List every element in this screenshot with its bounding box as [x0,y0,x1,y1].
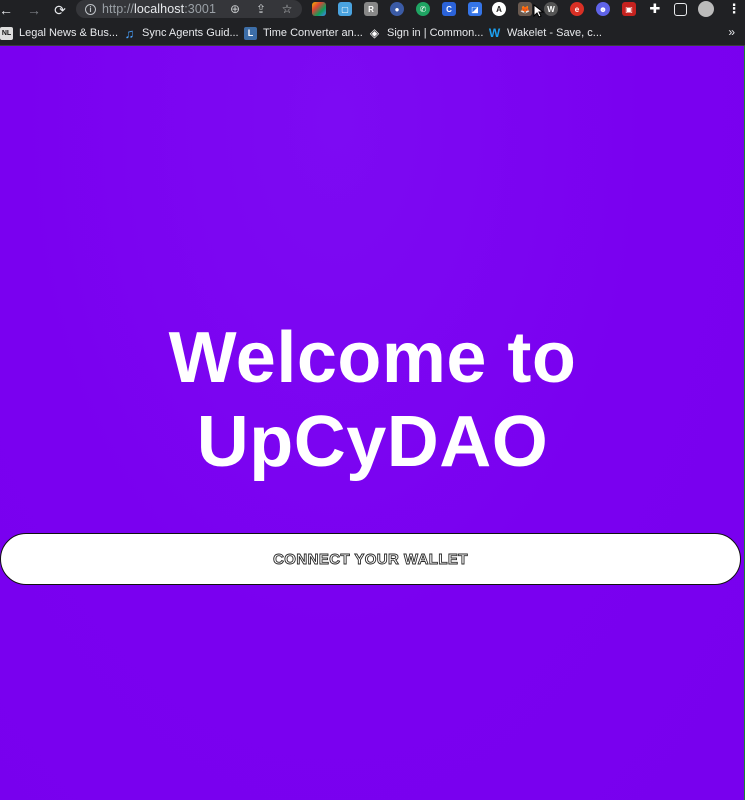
profile-avatar-icon[interactable] [698,1,714,17]
url-text: http://localhost:3001 [102,2,216,16]
bookmark-item[interactable]: L Time Converter an... [244,25,363,41]
share-icon[interactable]: ⇪ [252,1,270,17]
mouse-cursor-icon [533,4,545,18]
site-info-icon[interactable]: i [85,3,96,15]
menu-kebab-icon[interactable]: ⋮ [727,1,741,16]
r-extension-icon[interactable]: R [364,2,378,16]
bookmark-label: Time Converter an... [263,27,363,39]
bookmark-item[interactable]: ◈ Sign in | Common... [368,25,484,41]
bookmark-label: Sign in | Common... [387,27,484,39]
blue-extension-icon[interactable]: ◪ [468,2,482,16]
bookmark-item[interactable]: W Wakelet - Save, c... [488,25,602,41]
forward-arrow-icon[interactable]: → [22,0,46,20]
notes-extension-icon[interactable]: ▢ [338,2,352,16]
reload-icon[interactable]: ⟳ [48,0,72,20]
c-extension-icon[interactable]: C [442,2,456,16]
back-arrow-icon[interactable]: ← [0,0,18,20]
metamask-fox-icon[interactable]: 🦊 [518,2,532,16]
browser-toolbar: ← → ⟳ i http://localhost:3001 ⊕ ⇪ ☆ ▢ R … [0,0,745,20]
chat-extension-icon[interactable]: ✆ [416,2,430,16]
bookmarks-bar: NL Legal News & Bus... ♫ Sync Agents Gui… [0,20,745,46]
bookmark-item[interactable]: ♫ Sync Agents Guid... [123,25,239,41]
bookmark-label: Wakelet - Save, c... [507,27,602,39]
hero-title-line1: Welcome to [168,318,577,398]
zoom-icon[interactable]: ⊕ [226,1,244,17]
bookmark-label: Sync Agents Guid... [142,27,239,39]
w-extension-icon[interactable]: W [544,2,558,16]
more-bookmarks-chevron-icon[interactable]: » [728,25,735,39]
hero-title: Welcome to UpCyDAO [0,316,745,484]
diamond-icon: ◈ [369,26,380,40]
globe-extension-icon[interactable]: ● [390,2,404,16]
ghost-extension-icon[interactable]: ☻ [596,2,610,16]
hero-title-line2: UpCyDAO [196,402,549,482]
address-bar[interactable]: i http://localhost:3001 ⊕ ⇪ ☆ [76,0,302,18]
newspaper-icon: NL [0,26,13,40]
bookmark-item[interactable]: NL Legal News & Bus... [0,25,118,41]
page-viewport: Welcome to UpCyDAO CONNECT YOUR WALLET [0,46,745,800]
wakelet-icon: W [488,26,501,40]
bookmark-label: Legal News & Bus... [19,27,119,39]
bookmark-star-icon[interactable]: ☆ [278,1,296,17]
extensions-puzzle-icon[interactable]: ✚ [648,1,662,16]
clock-icon: L [244,26,257,40]
side-panel-icon[interactable] [674,3,687,16]
colorful-extension-icon[interactable] [312,2,326,16]
connect-wallet-button[interactable]: CONNECT YOUR WALLET [0,533,741,585]
red-extension-icon[interactable]: e [570,2,584,16]
music-note-icon: ♫ [124,25,135,41]
a-extension-icon[interactable]: A [492,2,506,16]
connect-wallet-label: CONNECT YOUR WALLET [273,550,468,568]
red-box-extension-icon[interactable]: ▣ [622,2,636,16]
